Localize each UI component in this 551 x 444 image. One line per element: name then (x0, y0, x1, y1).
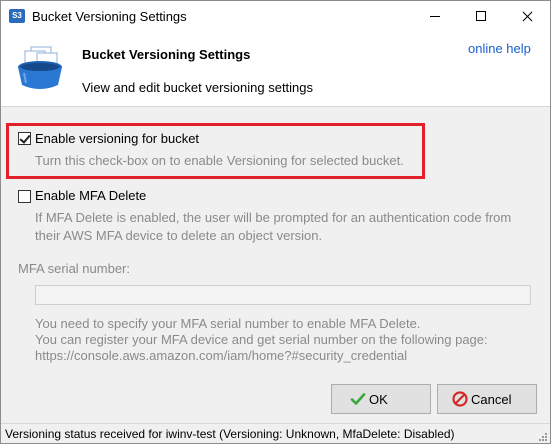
s3-app-icon: S3 (9, 9, 25, 23)
versioning-label[interactable]: Enable versioning for bucket (35, 131, 199, 146)
cancel-button[interactable]: Cancel (437, 384, 537, 414)
cancel-button-label: Cancel (471, 392, 512, 407)
header-subtitle: View and edit bucket versioning settings (82, 80, 314, 95)
window-title: Bucket Versioning Settings (32, 9, 187, 24)
resize-grip-icon[interactable] (538, 432, 548, 442)
title-bar[interactable]: S3 Bucket Versioning Settings (1, 1, 550, 32)
mfa-note-line-3: https://console.aws.amazon.com/iam/home?… (35, 348, 408, 363)
mfa-description-line-1: If MFA Delete is enabled, the user will … (35, 210, 512, 225)
cancel-icon (452, 391, 468, 407)
mfa-description-line-2: their AWS MFA device to delete an object… (35, 228, 323, 243)
header-divider (1, 106, 550, 107)
versioning-checkbox[interactable] (18, 132, 31, 145)
close-button[interactable] (504, 1, 550, 32)
mfa-serial-input[interactable] (35, 285, 531, 305)
header-title: Bucket Versioning Settings (82, 47, 251, 62)
mfa-serial-label: MFA serial number: (18, 261, 130, 276)
minimize-button[interactable] (412, 1, 458, 32)
online-help-link[interactable]: online help (468, 41, 531, 56)
status-bar: Versioning status received for iwinv-tes… (1, 423, 550, 443)
bucket-icon (18, 46, 62, 89)
maximize-button[interactable] (458, 1, 504, 32)
versioning-description: Turn this check-box on to enable Version… (35, 153, 404, 168)
ok-button[interactable]: OK (331, 384, 431, 414)
status-text: Versioning status received for iwinv-tes… (5, 427, 455, 441)
mfa-delete-checkbox[interactable] (18, 190, 31, 203)
checkmark-icon (350, 393, 366, 405)
dialog-window: S3 Bucket Versioning Settings Bucket Ver… (0, 0, 551, 444)
mfa-delete-label[interactable]: Enable MFA Delete (35, 188, 146, 203)
dialog-header: Bucket Versioning Settings View and edit… (1, 32, 550, 106)
ok-button-label: OK (369, 392, 388, 407)
